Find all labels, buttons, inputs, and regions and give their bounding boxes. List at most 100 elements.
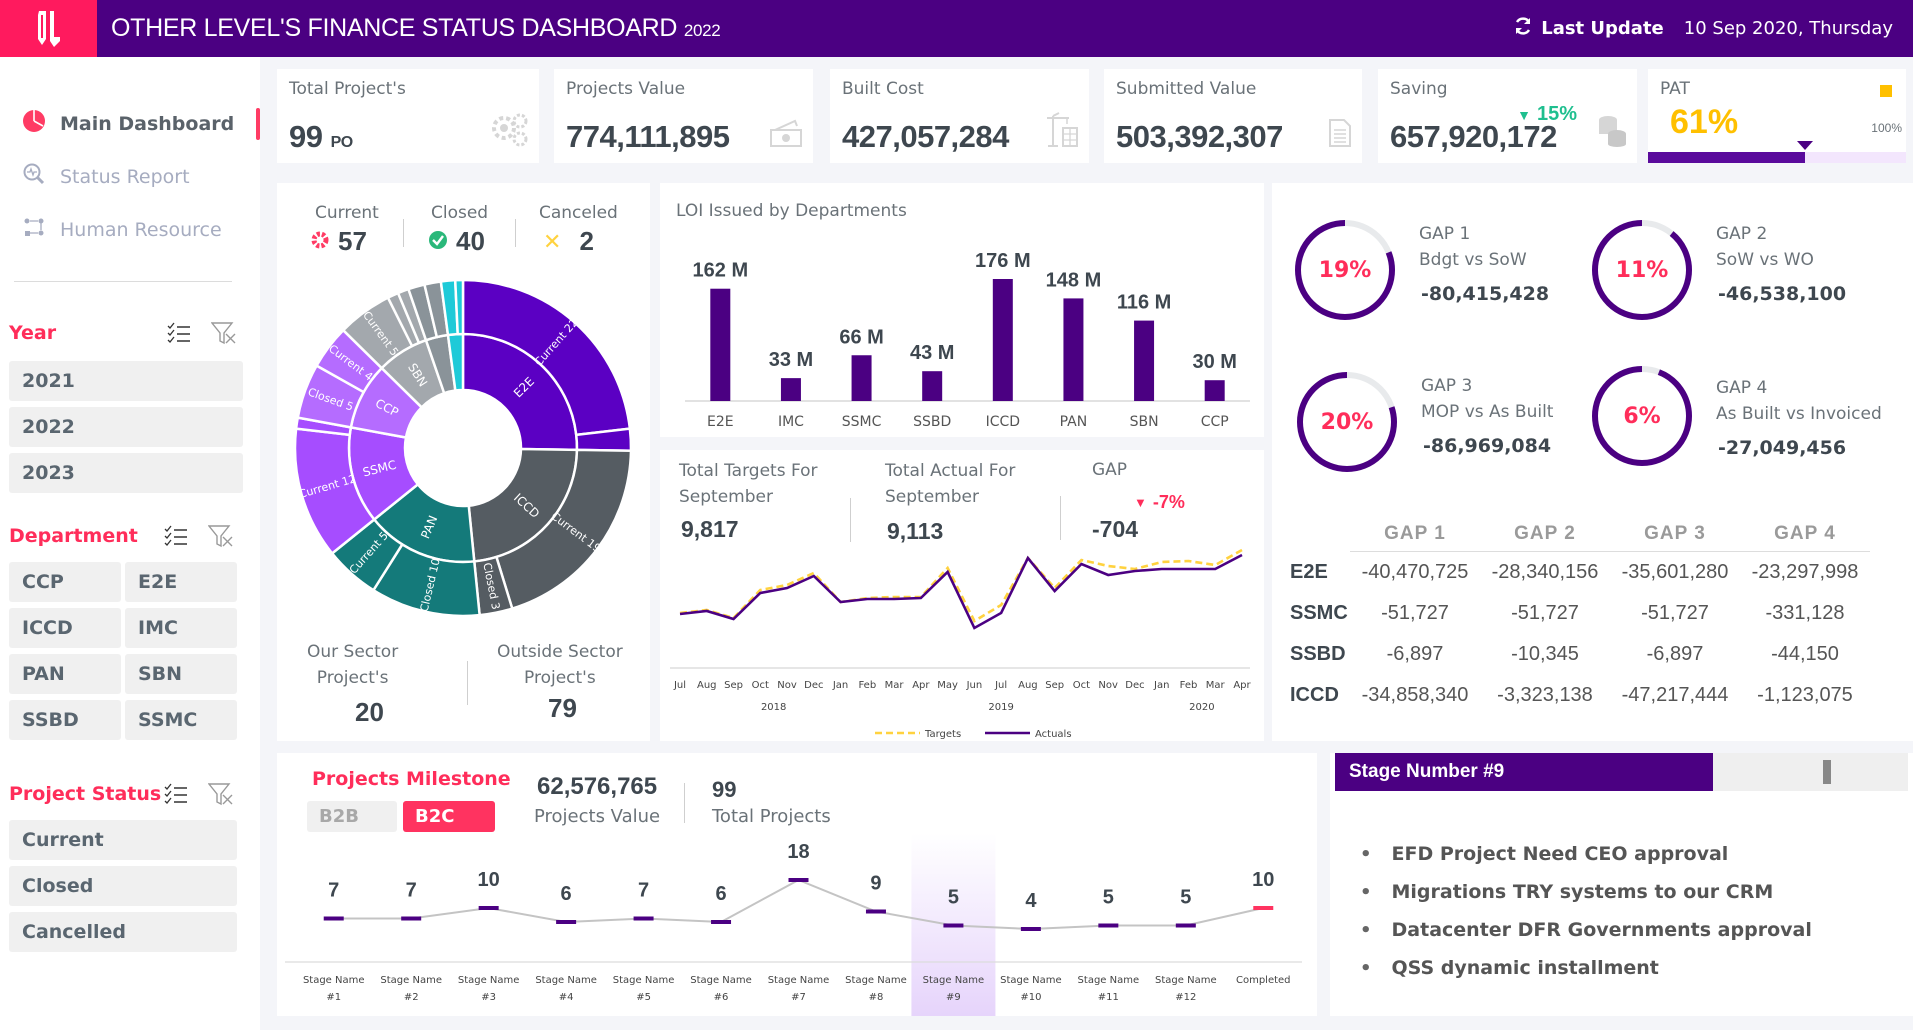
- status-slicer-title: Project Status: [9, 783, 162, 805]
- stage-notes: EFD Project Need CEO approval Migrations…: [1360, 835, 1812, 987]
- nav-status-report[interactable]: Status Report: [22, 162, 190, 191]
- gap-table-col: GAP 1: [1350, 523, 1480, 552]
- gap-subtitle: MOP vs As Built: [1421, 402, 1554, 422]
- clear-filter-icon[interactable]: [210, 321, 237, 350]
- gap-value: -86,969,084: [1423, 435, 1552, 457]
- milestone-x-label: Stage Name: [1078, 975, 1140, 986]
- dept-imc[interactable]: IMC: [125, 608, 237, 648]
- table-row: SSBD -6,897 -10,345 -6,897 -44,150: [1290, 634, 1870, 675]
- multi-select-icon[interactable]: [164, 783, 188, 810]
- cell: -47,217,444: [1621, 683, 1729, 706]
- kpi-value: 774,111,895: [566, 119, 730, 154]
- loi-chart-panel: LOI Issued by Departments 162 M E2E 33 M IM…: [660, 183, 1264, 437]
- coins-icon: [1597, 112, 1627, 155]
- year-label: 2018: [761, 702, 786, 713]
- nav-human-resource[interactable]: Human Resource: [22, 215, 222, 244]
- dept-ssbd[interactable]: SSBD: [9, 700, 121, 740]
- kpi-pat: PAT 61% 100%: [1648, 69, 1906, 163]
- stage-scrollbar[interactable]: [1713, 753, 1908, 791]
- donut-chart: 11%: [1592, 220, 1692, 320]
- gap-table: GAP 1 GAP 2 GAP 3 GAP 4 E2E -40,470,725 …: [1290, 523, 1870, 716]
- milestone-value: 5: [1103, 887, 1114, 909]
- milestone-value: 7: [638, 880, 649, 902]
- milestone-value: 6: [715, 883, 726, 905]
- down-triangle-icon: ▼: [1134, 495, 1147, 510]
- milestone-marker: [1020, 927, 1041, 931]
- toggle-b2c[interactable]: B2C: [403, 801, 495, 832]
- multi-select-icon[interactable]: [167, 322, 191, 349]
- gap-subtitle: As Built vs Invoiced: [1716, 404, 1882, 424]
- target-marker-icon: [1880, 85, 1892, 97]
- year-2021[interactable]: 2021: [9, 361, 243, 401]
- month-label: Dec: [1125, 680, 1144, 691]
- separator: [684, 783, 685, 823]
- gear-icon: [310, 226, 330, 257]
- table-row: ICCD -34,858,340 -3,323,138 -47,217,444 …: [1290, 675, 1870, 716]
- status-closed[interactable]: Closed: [9, 866, 237, 906]
- dept-e2e[interactable]: E2E: [125, 562, 237, 602]
- month-label: Nov: [777, 680, 797, 691]
- loi-bar: [851, 355, 872, 401]
- gap-donut-2: 11%: [1589, 217, 1695, 328]
- donut-pct: 11%: [1616, 258, 1669, 283]
- dept-sbn[interactable]: SBN: [125, 654, 237, 694]
- cell: -28,340,156: [1491, 560, 1599, 583]
- targets-actuals-chart: Jul Aug Sep Oct Nov Dec Jan Feb Mar Apr May Jun Jul A…: [670, 548, 1252, 740]
- multi-select-icon[interactable]: [164, 525, 188, 552]
- kpi-label: Submitted Value: [1116, 79, 1257, 99]
- donut-pct: 6%: [1623, 404, 1660, 429]
- dept-ccp[interactable]: CCP: [9, 562, 121, 602]
- separator: [515, 219, 516, 247]
- loi-bar: [1134, 320, 1155, 401]
- milestone-x-label: Stage Name: [768, 975, 830, 986]
- stage-scroll-thumb[interactable]: [1823, 760, 1831, 784]
- refresh-icon[interactable]: [1513, 16, 1533, 41]
- dl-logo-icon[interactable]: [0, 0, 97, 57]
- milestone-marker: [1098, 923, 1119, 928]
- loi-x-label: E2E: [707, 414, 734, 430]
- loi-x-label: SSBD: [913, 414, 951, 430]
- year-label: 2020: [1189, 702, 1214, 713]
- status-current[interactable]: Current: [9, 820, 237, 860]
- gap-table-corner: [1290, 523, 1350, 552]
- loi-bar-value: 30 M: [1192, 351, 1236, 373]
- gap-value: -80,415,428: [1421, 283, 1550, 305]
- stage-title: Stage Number #9: [1335, 753, 1713, 791]
- gap-panel: 19% GAP 1 Bdgt vs SoW -80,415,428 11% GAP 2 So…: [1272, 183, 1913, 741]
- dept-ssmc[interactable]: SSMC: [125, 700, 237, 740]
- month-label: Mar: [885, 680, 905, 691]
- milestone-x-label: #4: [559, 992, 574, 1003]
- month-label: Aug: [697, 680, 717, 691]
- search-pulse-icon: [22, 162, 46, 191]
- loi-bar: [922, 371, 943, 401]
- dept-iccd[interactable]: ICCD: [9, 608, 121, 648]
- clear-filter-icon[interactable]: [207, 524, 234, 553]
- document-icon: [1328, 118, 1352, 155]
- month-label: Apr: [1233, 680, 1251, 691]
- gap-title: GAP 4 As Built vs Invoiced: [1716, 375, 1882, 427]
- clear-filter-icon[interactable]: [207, 782, 234, 811]
- list-item: EFD Project Need CEO approval: [1360, 835, 1812, 873]
- dept-pan[interactable]: PAN: [9, 654, 121, 694]
- toggle-b2b[interactable]: B2B: [307, 801, 397, 832]
- milestone-marker: [401, 916, 422, 921]
- milestone-x-label: #8: [869, 992, 884, 1003]
- milestone-x-label: Stage Name: [458, 975, 520, 986]
- sunburst-chart: E2EICCDPANSSMCCCPSBNCurrent 22Current 19…: [293, 278, 633, 618]
- year-2022[interactable]: 2022: [9, 407, 243, 447]
- year-2023[interactable]: 2023: [9, 453, 243, 493]
- status-cancelled[interactable]: Cancelled: [9, 912, 237, 952]
- cell: -35,601,280: [1621, 560, 1729, 583]
- milestone-x-label: #6: [714, 992, 729, 1003]
- canceled-count: ✕ 2: [543, 226, 594, 256]
- kpi-value: 99 PO: [289, 119, 353, 154]
- sidebar: Main Dashboard Status Report Human Resou…: [0, 57, 260, 1030]
- gap-value: -27,049,456: [1718, 437, 1847, 459]
- x-icon: ✕: [543, 228, 562, 254]
- gap-name: GAP 1: [1419, 224, 1471, 244]
- milestone-x-label: Stage Name: [1155, 975, 1217, 986]
- month-label: May: [937, 680, 958, 691]
- milestone-marker: [1253, 906, 1274, 910]
- cell: -34,858,340: [1361, 683, 1469, 706]
- nav-main-dashboard[interactable]: Main Dashboard: [22, 109, 234, 138]
